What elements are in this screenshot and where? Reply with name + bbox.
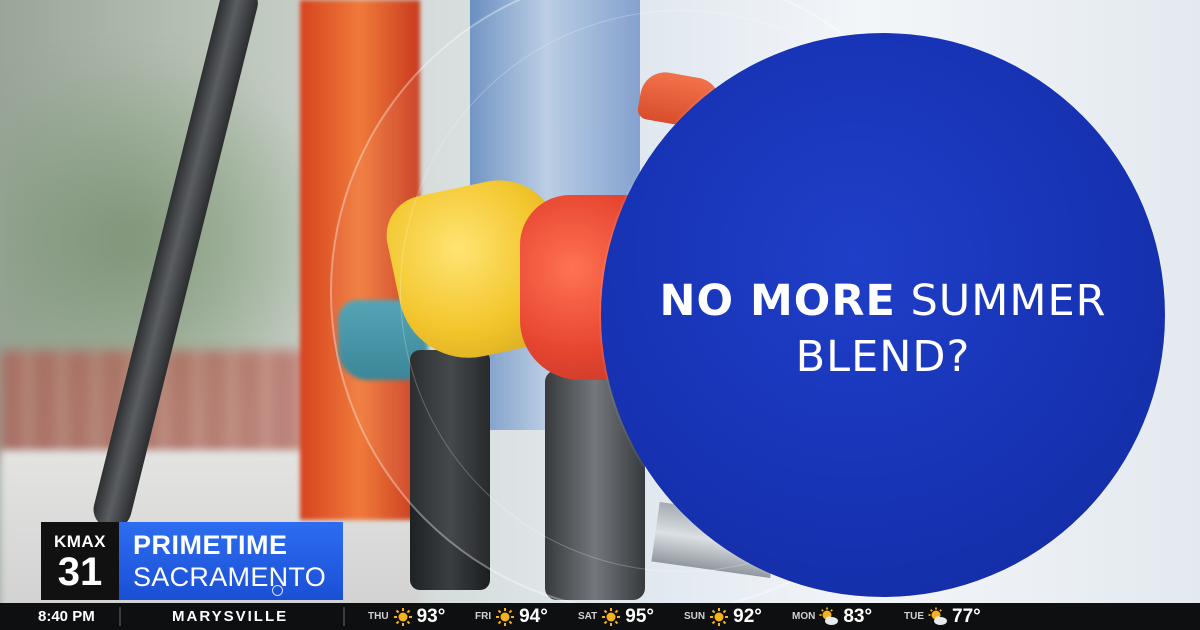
forecast-day-label: THU — [368, 611, 389, 622]
forecast-temp: 95° — [625, 605, 654, 627]
headline-line2: BLEND? — [795, 332, 971, 382]
weather-ticker: 8:40 PM MARYSVILLE THU 93° FRI 94° SAT 9… — [0, 603, 1200, 630]
sun-icon — [602, 607, 621, 626]
show-title-line2: SACRAMENTO — [133, 562, 327, 592]
station-channel: 31 — [57, 550, 103, 594]
sun-icon — [496, 607, 515, 626]
headline-circle: NO MORE SUMMER BLEND? — [601, 33, 1165, 597]
forecast-day: THU 93° — [368, 603, 445, 630]
headline-light: SUMMER — [910, 276, 1107, 326]
show-title-box: PRIMETIME SACRAMENTO — [119, 522, 343, 600]
forecast-day: SAT 95° — [578, 603, 654, 630]
sun-icon — [393, 607, 412, 626]
clock-time: 8:40 PM — [38, 608, 95, 625]
forecast-day-label: MON — [792, 611, 816, 622]
forecast-day-label: TUE — [904, 611, 924, 622]
forecast-day: SUN 92° — [684, 603, 762, 630]
show-indicator-icon — [272, 585, 283, 596]
station-logo: KMAX 31 — [41, 522, 119, 600]
forecast-day: FRI 94° — [475, 603, 548, 630]
headline: NO MORE SUMMER BLEND? — [601, 273, 1165, 385]
ticker-city: MARYSVILLE — [172, 608, 289, 625]
divider — [343, 607, 345, 626]
forecast-day-label: FRI — [475, 611, 492, 622]
forecast-temp: 77° — [952, 605, 981, 627]
forecast-day-label: SUN — [684, 611, 706, 622]
show-title-line1: PRIMETIME — [133, 530, 288, 560]
partly-cloudy-icon — [928, 607, 947, 625]
partly-cloudy-icon — [819, 607, 839, 625]
forecast-day-label: SAT — [578, 611, 598, 622]
forecast-temp: 93° — [416, 605, 446, 627]
divider — [119, 607, 121, 626]
sun-icon — [710, 607, 729, 626]
forecast-temp: 92° — [733, 605, 762, 627]
forecast-temp: 94° — [519, 605, 548, 627]
forecast-day: MON 83° — [792, 603, 872, 630]
forecast-day: TUE 77° — [904, 603, 981, 630]
forecast-temp: 83° — [843, 605, 873, 627]
headline-bold: NO MORE — [659, 276, 896, 326]
nozzle-handle — [410, 350, 490, 590]
station-call-letters: KMAX — [53, 532, 107, 551]
